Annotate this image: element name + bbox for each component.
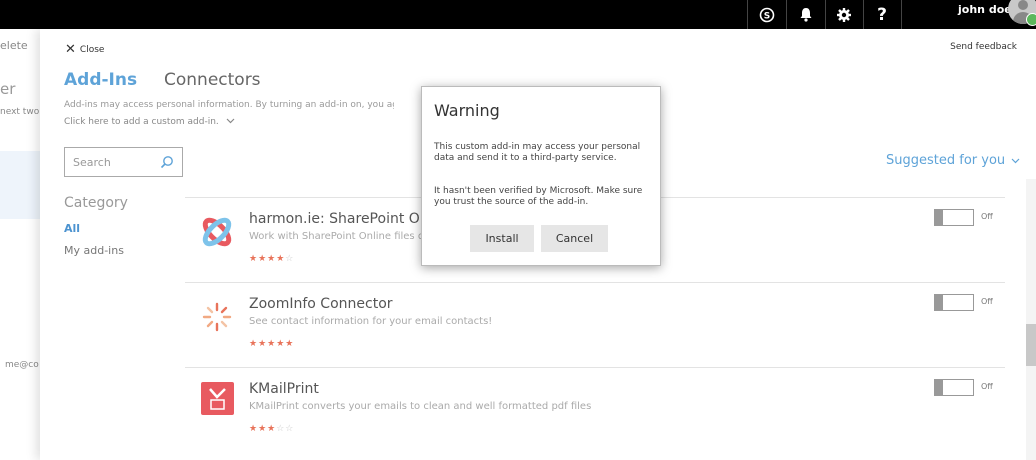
addin-toggle[interactable] [934, 209, 974, 226]
svg-text:S: S [764, 11, 770, 21]
close-label: Close [79, 44, 105, 55]
toggle-state-label: Off [981, 297, 993, 306]
help-icon[interactable]: ? [863, 0, 901, 29]
sort-label: Suggested for you [886, 153, 1006, 168]
close-button[interactable]: ✕ Close [65, 42, 104, 57]
background-text: me@co [5, 360, 39, 370]
list-item[interactable]: KMailPrint KMailPrint converts your emai… [185, 367, 1005, 452]
search-placeholder: Search [73, 156, 111, 169]
addin-title: KMailPrint [249, 381, 319, 397]
rating-stars: ★★★☆☆ [249, 424, 295, 434]
chevron-down-icon [1011, 158, 1020, 163]
toggle-state-label: Off [981, 382, 993, 391]
rating-stars: ★★★★☆ [249, 254, 295, 264]
scrollbar[interactable] [1026, 179, 1036, 460]
addin-description: KMailPrint converts your emails to clean… [249, 401, 592, 412]
search-icon[interactable] [160, 154, 174, 173]
separator [901, 0, 902, 29]
addin-title: ZoomInfo Connector [249, 296, 393, 312]
background-selected-row [0, 151, 40, 219]
gear-icon[interactable] [825, 0, 863, 29]
list-item[interactable]: ZoomInfo Connector See contact informati… [185, 282, 1005, 367]
dialog-paragraph: It hasn't been verified by Microsoft. Ma… [434, 186, 643, 207]
background-mail-pane: elete er next two d me@co [0, 29, 40, 460]
background-text: next two d [0, 107, 40, 117]
category-my-addins[interactable]: My add-ins [64, 244, 124, 257]
dialog-title: Warning [434, 101, 500, 120]
presence-available-icon [1026, 13, 1036, 26]
tab-add-ins[interactable]: Add-Ins [64, 70, 137, 90]
disclaimer-text: Add-ins may access personal information.… [64, 100, 394, 110]
custom-addin-label: Click here to add a custom add-in. [64, 117, 219, 127]
top-bar: S ? john doe [0, 0, 1036, 29]
toggle-state-label: Off [981, 212, 993, 221]
chevron-down-icon [226, 118, 235, 124]
dialog-paragraph: This custom add-in may access your perso… [434, 142, 641, 163]
zoominfo-logo-icon [199, 299, 235, 335]
harmonie-logo-icon [199, 214, 235, 250]
search-input[interactable]: Search [64, 147, 183, 177]
category-all[interactable]: All [64, 222, 80, 235]
rating-stars: ★★★★★ [249, 339, 295, 349]
background-text: er [0, 80, 16, 98]
addin-description: See contact information for your email c… [249, 316, 493, 327]
cancel-button[interactable]: Cancel [541, 225, 608, 252]
send-feedback-link[interactable]: Send feedback [950, 42, 1017, 52]
tab-connectors[interactable]: Connectors [164, 70, 261, 90]
bell-icon[interactable] [787, 0, 825, 29]
addin-toggle[interactable] [934, 294, 974, 311]
kmailprint-logo-icon [201, 382, 234, 415]
warning-dialog: Warning This custom add-in may access yo… [421, 86, 661, 266]
category-heading: Category [64, 195, 128, 211]
addin-toggle[interactable] [934, 379, 974, 396]
addin-description: Work with SharePoint Online files di [249, 231, 427, 242]
sort-dropdown[interactable]: Suggested for you [886, 153, 1020, 168]
install-button[interactable]: Install [470, 225, 534, 252]
user-name[interactable]: john doe [958, 3, 1012, 16]
close-icon: ✕ [65, 42, 76, 57]
background-text: elete [0, 39, 28, 52]
custom-addin-link[interactable]: Click here to add a custom add-in. [64, 117, 235, 127]
skype-icon[interactable]: S [748, 0, 786, 29]
scrollbar-thumb[interactable] [1026, 324, 1036, 366]
